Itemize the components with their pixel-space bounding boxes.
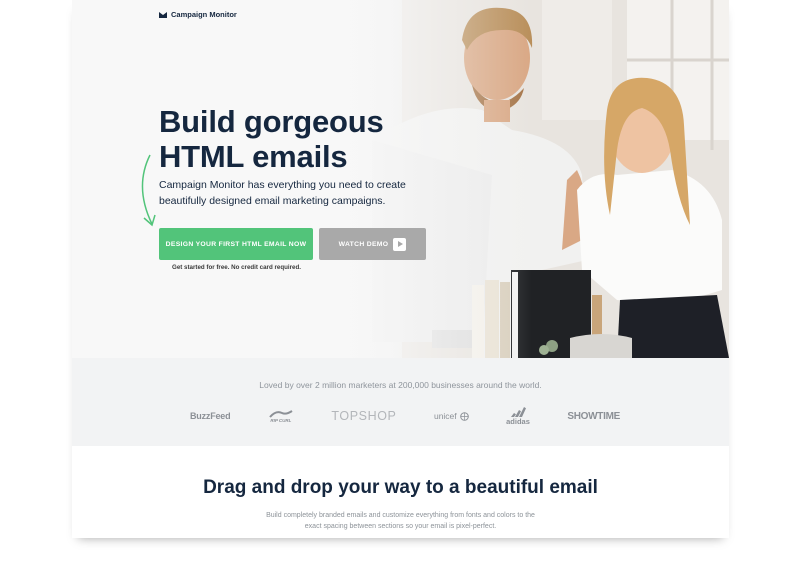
hero-subtext: Campaign Monitor has everything you need… bbox=[159, 178, 409, 209]
topshop-logo: TOPSHOP bbox=[331, 409, 397, 423]
landing-page: Campaign Monitor Build gorgeous HTML ema… bbox=[72, 0, 729, 538]
brand-logos: BuzzFeed RIP CURL TOPSHOP unicef adidas … bbox=[190, 406, 620, 426]
feature-body-line-2: exact spacing between sections so your e… bbox=[304, 523, 497, 530]
buzzfeed-logo: BuzzFeed bbox=[190, 411, 231, 421]
logo-mark-icon bbox=[159, 11, 167, 18]
social-proof-tagline: Loved by over 2 million marketers at 200… bbox=[259, 380, 542, 390]
cta-label: DESIGN YOUR FIRST HTML EMAIL NOW bbox=[165, 240, 307, 248]
curved-arrow-icon bbox=[141, 154, 156, 227]
headline-line-2: HTML emails bbox=[159, 139, 348, 174]
ripcurl-wave-icon bbox=[269, 409, 293, 418]
unicef-globe-icon bbox=[459, 411, 469, 421]
watch-demo-button[interactable]: WATCH DEMO bbox=[319, 228, 426, 260]
ripcurl-wordmark: RIP CURL bbox=[270, 417, 292, 423]
free-trial-note: Get started for free. No credit card req… bbox=[172, 264, 301, 271]
feature-body-line-1: Build completely branded emails and cust… bbox=[266, 512, 535, 519]
play-icon bbox=[393, 237, 407, 251]
adidas-logo: adidas bbox=[506, 406, 530, 426]
unicef-wordmark: unicef bbox=[433, 411, 457, 421]
feature-title: Drag and drop your way to a beautiful em… bbox=[203, 477, 598, 498]
brand-name: Campaign Monitor bbox=[171, 10, 237, 19]
social-proof-band: Loved by over 2 million marketers at 200… bbox=[72, 358, 729, 446]
unicef-logo: unicef bbox=[434, 411, 469, 421]
feature-body: Build completely branded emails and cust… bbox=[242, 510, 559, 532]
headline-line-1: Build gorgeous bbox=[159, 104, 384, 139]
subtext-line-1: Campaign Monitor has everything you need… bbox=[159, 179, 406, 191]
subtext-line-2: beautifully designed email marketing cam… bbox=[159, 194, 386, 207]
ripcurl-logo: RIP CURL bbox=[268, 409, 294, 423]
brand-logo[interactable]: Campaign Monitor bbox=[159, 10, 237, 19]
hero-headline: Build gorgeous HTML emails bbox=[159, 104, 459, 174]
hero-section: Campaign Monitor Build gorgeous HTML ema… bbox=[72, 0, 729, 358]
adidas-wordmark: adidas bbox=[506, 416, 530, 426]
showtime-logo: SHOWTIME bbox=[567, 410, 620, 422]
adidas-stripes-icon bbox=[511, 406, 527, 417]
demo-label: WATCH DEMO bbox=[338, 240, 389, 248]
design-email-cta-button[interactable]: DESIGN YOUR FIRST HTML EMAIL NOW bbox=[159, 228, 313, 260]
